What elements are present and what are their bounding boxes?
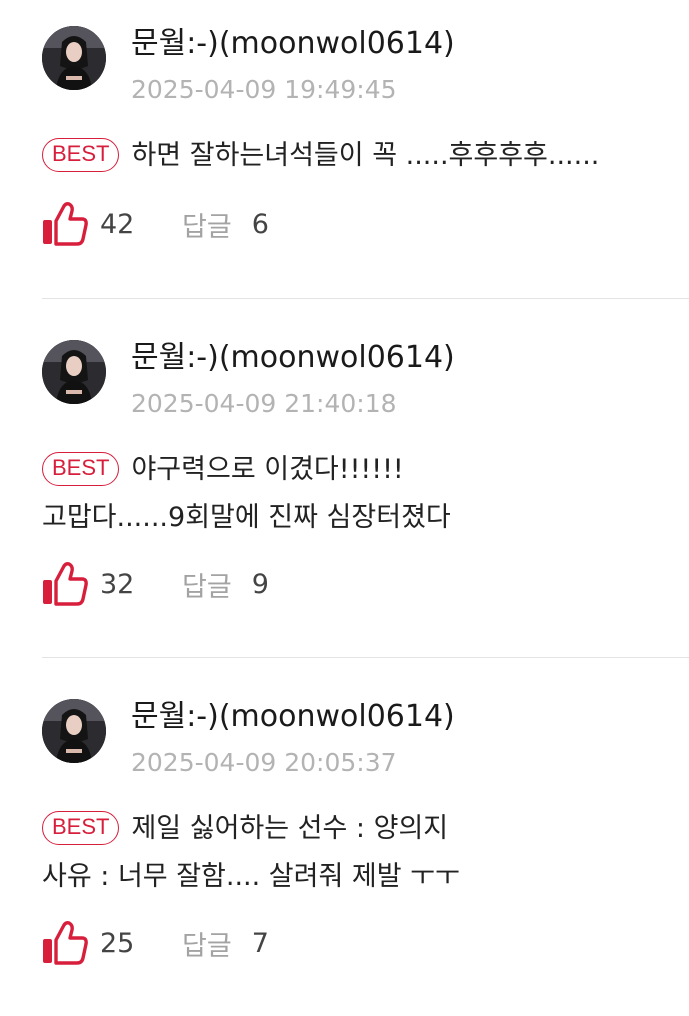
- comment-item: 문월:-)(moonwol0614) 2025-04-09 19:49:45 B…: [0, 0, 689, 298]
- reply-button[interactable]: 답글 9: [182, 565, 269, 604]
- reply-count: 6: [251, 208, 269, 240]
- thumbs-up-icon: [43, 562, 88, 606]
- thumbs-up-icon: [43, 921, 88, 965]
- comment-line: 사유 : 너무 잘함.... 살려줘 제발 ㅜㅜ: [42, 861, 460, 892]
- comment-timestamp: 2025-04-09 20:05:37: [131, 748, 397, 777]
- best-badge: BEST: [42, 811, 120, 845]
- author-name[interactable]: 문월:-)(moonwol0614): [131, 699, 455, 735]
- comment-list: 문월:-)(moonwol0614) 2025-04-09 19:49:45 B…: [0, 0, 689, 1016]
- reply-label: 답글: [182, 211, 232, 243]
- comment-actions: 42 답글 6: [42, 202, 269, 246]
- reply-label: 답글: [182, 930, 232, 962]
- comment-line: BEST 제일 싫어하는 선수 : 양의지: [42, 805, 682, 853]
- avatar[interactable]: [42, 340, 106, 404]
- best-badge: BEST: [42, 138, 120, 172]
- comment-text: 제일 싫어하는 선수 : 양의지: [131, 813, 449, 844]
- comment-timestamp: 2025-04-09 21:40:18: [131, 389, 397, 418]
- comment-body: BEST 제일 싫어하는 선수 : 양의지 사유 : 너무 잘함.... 살려줘 …: [42, 805, 682, 901]
- reply-count: 7: [251, 927, 269, 959]
- comment-body: BEST 하면 잘하는녀석들이 꼭 .....후후후후......: [42, 132, 682, 180]
- like-count: 42: [100, 208, 135, 240]
- thumbs-up-icon: [43, 202, 88, 246]
- best-badge: BEST: [42, 452, 120, 486]
- avatar[interactable]: [42, 26, 106, 90]
- author-name[interactable]: 문월:-)(moonwol0614): [131, 26, 455, 62]
- comment-body: BEST 야구력으로 이겼다!!!!!! 고맙다......9회말에 진짜 심장터…: [42, 446, 682, 542]
- comment-actions: 25 답글 7: [42, 921, 269, 965]
- reply-count: 9: [251, 568, 269, 600]
- comment-text: 야구력으로 이겼다!!!!!!: [131, 454, 404, 485]
- comment-line: BEST 하면 잘하는녀석들이 꼭 .....후후후후......: [42, 132, 682, 180]
- like-button[interactable]: 32: [42, 562, 170, 606]
- comment-item: 문월:-)(moonwol0614) 2025-04-09 21:40:18 B…: [0, 298, 689, 657]
- like-button[interactable]: 42: [42, 202, 170, 246]
- author-name[interactable]: 문월:-)(moonwol0614): [131, 340, 455, 376]
- comment-text: 하면 잘하는녀석들이 꼭 .....후후후후......: [131, 140, 600, 171]
- comment-actions: 32 답글 9: [42, 562, 269, 606]
- reply-button[interactable]: 답글 7: [182, 924, 269, 963]
- comment-item: 문월:-)(moonwol0614) 2025-04-09 20:05:37 B…: [0, 657, 689, 1016]
- reply-button[interactable]: 답글 6: [182, 205, 269, 244]
- like-button[interactable]: 25: [42, 921, 170, 965]
- comment-timestamp: 2025-04-09 19:49:45: [131, 75, 397, 104]
- reply-label: 답글: [182, 571, 232, 603]
- comment-line: BEST 야구력으로 이겼다!!!!!!: [42, 446, 682, 494]
- avatar[interactable]: [42, 699, 106, 763]
- comment-line: 고맙다......9회말에 진짜 심장터졌다: [42, 502, 451, 533]
- like-count: 25: [100, 927, 135, 959]
- like-count: 32: [100, 568, 135, 600]
